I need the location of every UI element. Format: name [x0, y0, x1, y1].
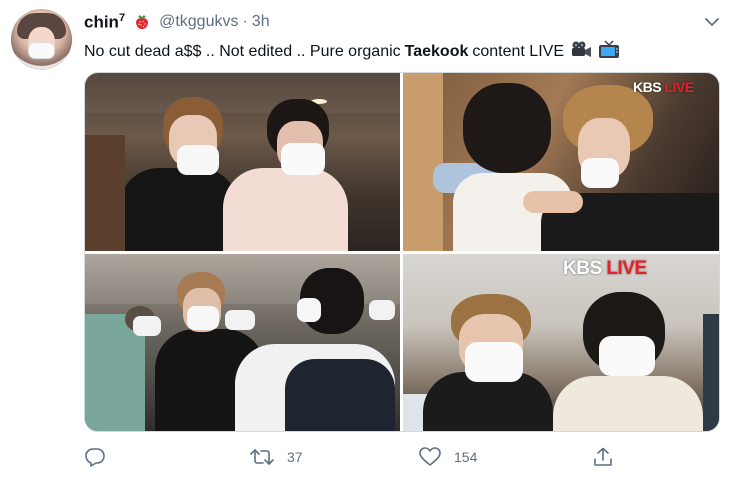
avatar[interactable] — [11, 9, 72, 70]
like-count: 154 — [454, 449, 478, 465]
person-body — [553, 376, 703, 431]
movie-camera-icon — [570, 40, 592, 64]
reply-action — [84, 444, 106, 470]
face-mask — [133, 316, 161, 336]
person-hair — [463, 83, 551, 173]
tweet-timestamp[interactable]: 3h — [252, 13, 270, 31]
face-mask — [599, 336, 655, 376]
tweet[interactable]: chin7 @tkggukvs · 3h No cut dead a$$ .. … — [0, 0, 736, 479]
retweet-icon[interactable] — [249, 446, 275, 468]
like-action: 154 — [418, 444, 477, 470]
face-mask — [177, 145, 219, 175]
media-grid: KBS LIVE KBS LIVE — [84, 72, 720, 432]
kbs-live-watermark: KBS LIVE — [633, 79, 694, 95]
retweet-count: 37 — [287, 449, 303, 465]
television-icon — [598, 39, 620, 65]
tweet-text: No cut dead a$$ .. Not edited .. Pure or… — [84, 39, 724, 65]
face-mask — [581, 158, 619, 188]
tweet-header: chin7 @tkggukvs · 3h — [84, 11, 270, 33]
chevron-down-icon[interactable] — [701, 12, 723, 32]
media-photo-2[interactable]: KBS LIVE — [403, 73, 719, 251]
tweet-text-part2: content LIVE — [472, 43, 564, 60]
share-action — [592, 444, 614, 470]
media-photo-4[interactable]: KBS LIVE — [403, 254, 719, 431]
person-body — [119, 168, 239, 251]
media-photo-3[interactable] — [85, 254, 400, 431]
face-mask — [369, 300, 395, 320]
heart-icon[interactable] — [418, 446, 442, 468]
author-name[interactable]: chin7 — [84, 12, 125, 33]
person-body — [223, 168, 348, 251]
avatar-mask — [29, 43, 54, 58]
photo-wall — [403, 73, 443, 251]
retweet-action: 37 — [249, 444, 303, 470]
face-mask — [281, 143, 325, 175]
face-mask — [465, 342, 523, 382]
strawberry-icon — [133, 13, 151, 31]
tweet-text-part1: No cut dead a$$ .. Not edited .. Pure or… — [84, 43, 401, 60]
bystander — [85, 135, 125, 251]
author-handle[interactable]: @tkggukvs — [159, 13, 238, 31]
face-mask — [225, 310, 255, 330]
reply-icon[interactable] — [84, 446, 106, 468]
separator-dot: · — [242, 13, 248, 30]
person-shirt — [285, 359, 395, 431]
photo-wall — [703, 314, 719, 431]
share-icon[interactable] — [592, 446, 614, 468]
person-hand — [523, 191, 583, 213]
photo-ceiling — [85, 73, 400, 113]
tweet-text-bold: Taekook — [404, 43, 469, 60]
face-mask — [187, 306, 219, 330]
face-mask — [297, 298, 321, 322]
media-photo-1[interactable] — [85, 73, 400, 251]
kbs-live-watermark: KBS LIVE — [563, 258, 647, 279]
